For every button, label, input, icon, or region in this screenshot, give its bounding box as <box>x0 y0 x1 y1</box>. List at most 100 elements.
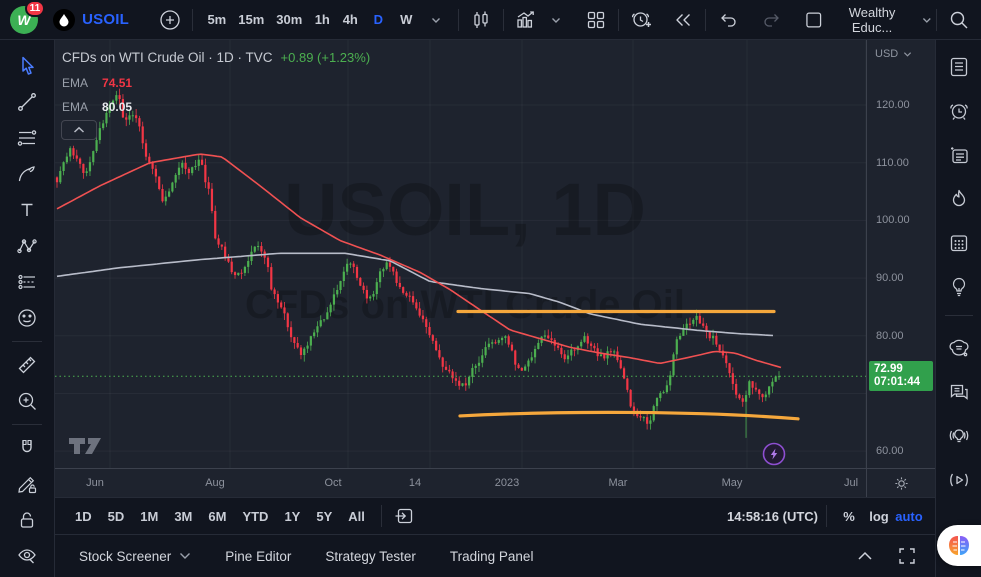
range-3m[interactable]: 3M <box>166 503 200 529</box>
log-scale-button[interactable]: log <box>865 502 893 530</box>
sidebar-watchlist-button[interactable] <box>939 45 979 89</box>
price-tick-60: 60.00 <box>876 445 904 458</box>
tab-trading-panel[interactable]: Trading Panel <box>440 541 544 571</box>
range-ytd[interactable]: YTD <box>234 503 276 529</box>
draw-lock-icon <box>18 476 37 494</box>
auto-scale-button[interactable]: auto <box>895 502 923 530</box>
price-tick-100: 100.00 <box>876 214 910 227</box>
divider <box>826 505 827 527</box>
tool-zoom-in-button[interactable] <box>8 383 46 419</box>
legend-collapse-button[interactable] <box>61 120 97 140</box>
axis-settings-corner[interactable] <box>866 469 935 497</box>
divider <box>705 8 707 31</box>
sidebar-ideas-button[interactable] <box>939 265 979 309</box>
interval-5m[interactable]: 5m <box>201 6 232 34</box>
date-range-switcher: 1D 5D 1M 3M 6M YTD 1Y 5Y All <box>67 503 373 529</box>
tool-trend-line-button[interactable] <box>8 84 46 120</box>
sidebar-streams-button[interactable] <box>939 458 979 502</box>
interval-w[interactable]: W <box>392 6 420 34</box>
time-tick-2023: 2023 <box>494 477 520 489</box>
sidebar-journal-button[interactable] <box>939 133 979 177</box>
tool-hide-all-button[interactable] <box>8 538 46 574</box>
tool-forecast-button[interactable] <box>8 264 46 300</box>
tool-fib-retracement-button[interactable] <box>8 120 46 156</box>
range-1d[interactable]: 1D <box>67 503 100 529</box>
range-all[interactable]: All <box>340 503 373 529</box>
interval-switcher: 5m 15m 30m 1h 4h D W <box>201 6 420 34</box>
sidebar-hotlists-button[interactable] <box>939 177 979 221</box>
watchlist-icon <box>950 57 967 77</box>
chart-style-button[interactable] <box>467 6 495 34</box>
tool-emoji-button[interactable] <box>8 300 46 336</box>
interval-15m[interactable]: 15m <box>232 6 270 34</box>
range-5y[interactable]: 5Y <box>308 503 340 529</box>
sidebar-calendar-button[interactable] <box>939 221 979 265</box>
time-axis[interactable]: Jun Aug Oct 14 2023 Mar May Jul <box>55 468 935 497</box>
range-1y[interactable]: 1Y <box>276 503 308 529</box>
interval-d[interactable]: D <box>364 6 392 34</box>
tab-pine-editor[interactable]: Pine Editor <box>215 541 301 571</box>
layout-grid-button[interactable] <box>582 6 610 34</box>
time-tick-aug: Aug <box>205 477 225 489</box>
percent-scale-button[interactable]: % <box>835 502 863 530</box>
tool-draw-lock-button[interactable] <box>8 466 46 502</box>
toolbar-divider <box>12 424 42 425</box>
layout-name: Wealthy Educ... <box>848 4 896 35</box>
ai-extension-button[interactable] <box>937 525 981 566</box>
chart-pane[interactable]: USOIL, 1D CFDs on WTI Crude Oil CFDs on W… <box>55 40 935 468</box>
indicator-templates-chevron-icon[interactable] <box>542 6 570 34</box>
tool-xabcd-pattern-button[interactable] <box>8 228 46 264</box>
candlestick-chart[interactable]: USOIL, 1DCFDs on WTI Crude Oil <box>55 40 866 468</box>
clock-utc[interactable]: 14:58:16 (UTC) <box>727 509 818 524</box>
interval-dropdown-chevron-icon[interactable] <box>422 6 450 34</box>
compare-add-button[interactable] <box>156 6 184 34</box>
search-button[interactable] <box>945 6 973 34</box>
indicators-button[interactable] <box>512 6 540 34</box>
bottom-toolbar: 1D 5D 1M 3M 6M YTD 1Y 5Y All 14:58:16 (UTC) % lo… <box>55 497 935 534</box>
ema-fast-value: 74.51 <box>102 76 133 90</box>
live-ideas-icon <box>949 429 968 443</box>
journal-icon <box>950 147 968 164</box>
tool-text-button[interactable] <box>8 192 46 228</box>
tab-stock-screener[interactable]: Stock Screener <box>69 541 201 571</box>
last-price-label[interactable]: 72.99 07:01:44 <box>869 361 933 392</box>
tool-brush-button[interactable] <box>8 156 46 192</box>
tool-magnet-button[interactable] <box>8 430 46 466</box>
sidebar-minds-button[interactable] <box>939 326 979 370</box>
boost-flash-button[interactable] <box>762 442 786 466</box>
bottom-panel: Stock Screener Pine Editor Strategy Tester… <box>55 534 935 577</box>
alert-button[interactable] <box>627 6 655 34</box>
currency-dropdown[interactable]: USD <box>875 48 912 60</box>
tab-label: Trading Panel <box>449 548 534 564</box>
tool-lock-all-button[interactable] <box>8 502 46 538</box>
tab-strategy-tester[interactable]: Strategy Tester <box>315 541 426 571</box>
replay-button[interactable] <box>669 6 697 34</box>
interval-4h[interactable]: 4h <box>336 6 364 34</box>
tab-label: Pine Editor <box>225 548 292 564</box>
sidebar-alerts-button[interactable] <box>939 89 979 133</box>
user-avatar[interactable]: W 11 <box>8 0 46 37</box>
sidebar-chat-button[interactable] <box>939 370 979 414</box>
fib-retracement-icon <box>17 130 37 146</box>
trend-line-icon <box>18 93 36 111</box>
tool-ruler-button[interactable] <box>8 347 46 383</box>
redo-button[interactable] <box>758 6 786 34</box>
fullscreen-button[interactable] <box>893 542 921 570</box>
layout-manager-button[interactable]: Wealthy Educ... <box>804 4 934 35</box>
notification-badge: 11 <box>24 0 46 17</box>
range-6m[interactable]: 6M <box>200 503 234 529</box>
range-5d[interactable]: 5D <box>100 503 133 529</box>
price-axis[interactable]: USD 120.00 110.00 100.00 90.00 80.00 60.00 72… <box>866 40 935 468</box>
ideas-icon <box>952 277 965 297</box>
interval-30m[interactable]: 30m <box>270 6 308 34</box>
tool-cursor-button[interactable] <box>8 48 46 84</box>
sidebar-live-ideas-button[interactable] <box>939 414 979 458</box>
symbol-button[interactable]: USOIL <box>82 6 129 34</box>
range-1m[interactable]: 1M <box>132 503 166 529</box>
panel-expand-button[interactable] <box>851 542 879 570</box>
go-to-date-button[interactable] <box>390 502 418 530</box>
interval-1h[interactable]: 1h <box>308 6 336 34</box>
undo-button[interactable] <box>714 6 742 34</box>
xabcd-pattern-icon <box>17 239 37 254</box>
divider <box>458 8 460 31</box>
